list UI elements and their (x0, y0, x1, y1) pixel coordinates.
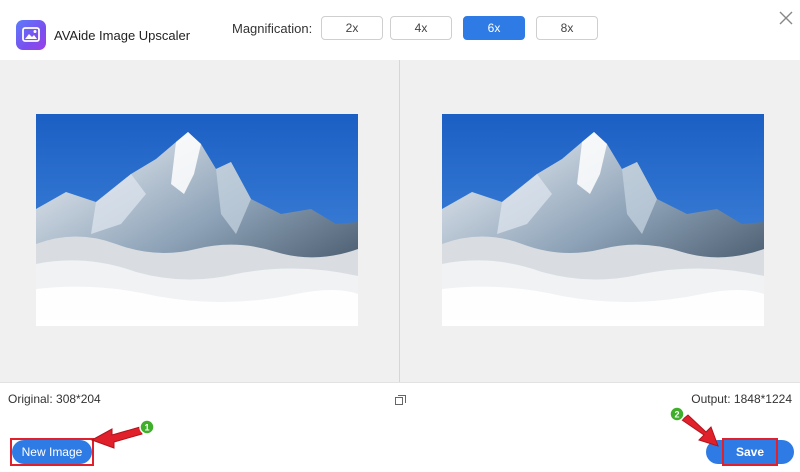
header: AVAide Image Upscaler Magnification: 2x … (0, 0, 800, 60)
footer: New Image Save (0, 412, 800, 472)
preview-area (0, 60, 800, 382)
original-size-label: Original: 308*204 (8, 392, 101, 406)
original-image (36, 114, 358, 326)
output-size-label: Output: 1848*1224 (691, 392, 792, 406)
output-image (442, 114, 764, 326)
new-image-highlight (10, 438, 94, 466)
app-title: AVAide Image Upscaler (54, 28, 191, 43)
app-logo-icon (16, 20, 46, 50)
magnification-4x-button[interactable]: 4x (390, 16, 452, 40)
magnification-label: Magnification: (232, 21, 313, 36)
magnification-6x-button[interactable]: 6x (463, 16, 525, 40)
magnification-2x-button[interactable]: 2x (321, 16, 383, 40)
close-icon[interactable] (776, 8, 796, 28)
preview-divider (399, 60, 400, 382)
upscaler-window: AVAide Image Upscaler Magnification: 2x … (0, 0, 800, 472)
magnification-8x-button[interactable]: 8x (536, 16, 598, 40)
info-bar: Original: 308*204 Output: 1848*1224 (0, 382, 800, 412)
compare-icon[interactable] (395, 393, 406, 405)
save-highlight (722, 438, 778, 466)
